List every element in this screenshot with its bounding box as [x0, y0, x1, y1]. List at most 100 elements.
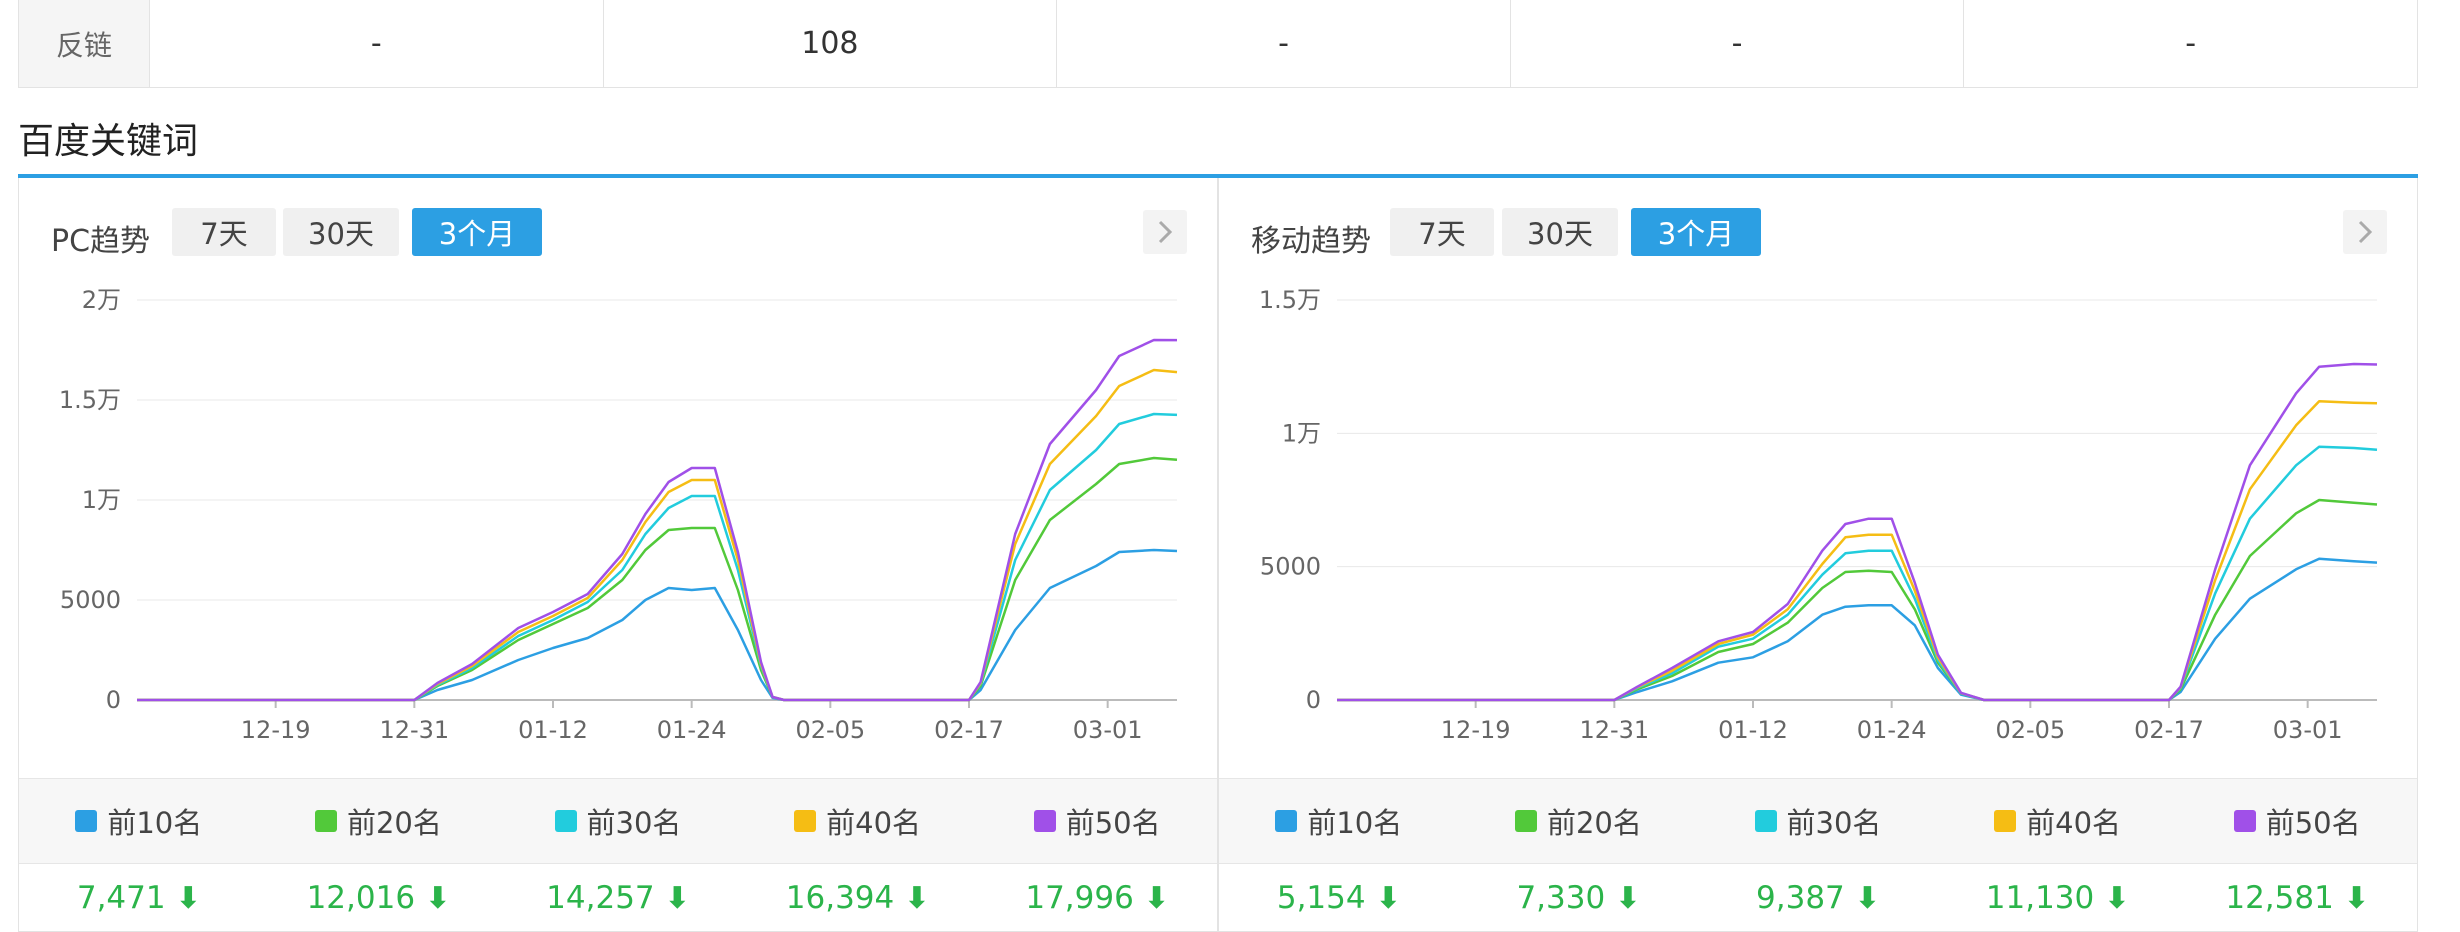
backlink-value: -	[1963, 0, 2417, 87]
legend-label: 前10名	[107, 806, 203, 840]
x-tick-label: 12-19	[241, 716, 311, 744]
legend-label: 前40名	[826, 806, 922, 840]
x-tick-label: 01-24	[1857, 716, 1927, 744]
value-top10: 7,471 ⬇	[19, 864, 259, 932]
legend-label: 前20名	[1546, 806, 1642, 840]
backlink-label: 反链	[19, 0, 149, 87]
value-text: 7,330	[1516, 880, 1606, 916]
series-line-3	[137, 412, 1178, 702]
panel-header: 移动趋势 7天 30天 3个月	[1219, 208, 2417, 259]
legend-item-top10[interactable]: 前10名	[1219, 779, 1459, 863]
down-arrow-icon: ⬇	[1143, 880, 1169, 916]
value-top50: 17,996 ⬇	[977, 864, 1217, 932]
legend-item-top10[interactable]: 前10名	[19, 779, 259, 863]
down-arrow-icon: ⬇	[1854, 880, 1880, 916]
legend-swatch	[75, 810, 98, 832]
y-tick-label: 1.5万	[59, 386, 121, 414]
y-tick-label: 2万	[82, 286, 121, 314]
value-text: 12,581	[2225, 880, 2334, 916]
next-button[interactable]	[2343, 210, 2387, 254]
backlink-row: 反链 - 108 - - -	[18, 0, 2418, 88]
legend-item-top50[interactable]: 前50名	[2177, 779, 2417, 863]
tab-30-days[interactable]: 30天	[1502, 208, 1618, 256]
legend-label: 前50名	[2265, 806, 2361, 840]
legend-swatch	[554, 810, 577, 832]
legend-item-top20[interactable]: 前20名	[1459, 779, 1699, 863]
series-line-3	[1337, 445, 2378, 702]
value-top30: 14,257 ⬇	[498, 864, 738, 932]
legend-swatch	[1033, 810, 1056, 832]
x-tick-label: 03-01	[2273, 716, 2343, 744]
x-tick-label: 12-31	[1579, 716, 1649, 744]
legend-item-top40[interactable]: 前40名	[738, 779, 978, 863]
tab-3-months[interactable]: 3个月	[412, 208, 542, 256]
legend: 前10名 前20名 前30名 前40名 前50名	[1219, 778, 2417, 864]
x-tick-label: 01-12	[518, 716, 588, 744]
legend-swatch	[1994, 810, 2017, 832]
down-arrow-icon: ⬇	[1615, 880, 1641, 916]
legend-item-top50[interactable]: 前50名	[977, 779, 1217, 863]
legend-label: 前50名	[1065, 806, 1161, 840]
legend-item-top30[interactable]: 前30名	[498, 779, 738, 863]
tab-7-days[interactable]: 7天	[1390, 208, 1494, 256]
next-button[interactable]	[1143, 210, 1187, 254]
legend-swatch	[314, 810, 337, 832]
tab-3-months[interactable]: 3个月	[1631, 208, 1761, 256]
legend-swatch	[1514, 810, 1537, 832]
y-tick-label: 5000	[1260, 553, 1321, 581]
series-line-4	[137, 368, 1178, 702]
legend-item-top20[interactable]: 前20名	[259, 779, 499, 863]
value-top20: 7,330 ⬇	[1459, 864, 1699, 932]
down-arrow-icon: ⬇	[2104, 880, 2130, 916]
value-top40: 11,130 ⬇	[1938, 864, 2178, 932]
legend-label: 前40名	[2026, 806, 2122, 840]
legend: 前10名 前20名 前30名 前40名 前50名	[19, 778, 1217, 864]
chevron-right-icon	[2358, 220, 2373, 244]
series-line-5	[1337, 362, 2378, 702]
tab-30-days[interactable]: 30天	[283, 208, 399, 256]
y-tick-label: 1万	[1282, 419, 1321, 447]
mobile-trend-panel: 移动趋势 7天 30天 3个月 0 5000 1万 1.5万 12-19 12-31 01-…	[1218, 178, 2418, 932]
section-title: 百度关键词	[18, 121, 199, 162]
panel-header: PC趋势 7天 30天 3个月	[19, 208, 1217, 259]
tab-7-days[interactable]: 7天	[172, 208, 276, 256]
x-tick-label: 02-05	[795, 716, 865, 744]
value-top20: 12,016 ⬇	[259, 864, 499, 932]
legend-label: 前30名	[1786, 806, 1882, 840]
value-text: 9,387	[1756, 880, 1845, 916]
final-values: 7,471 ⬇ 12,016 ⬇ 14,257 ⬇ 16,394 ⬇ 17,996 ⬇	[19, 864, 1217, 932]
mobile-trend-chart: 0 5000 1万 1.5万 12-19 12-31 01-12 01-24 02-05 02-1…	[1259, 286, 2378, 744]
legend-swatch	[1754, 810, 1777, 832]
y-tick-label: 1.5万	[1259, 286, 1321, 314]
series-line-1	[137, 548, 1178, 702]
value-text: 17,996	[1025, 880, 1134, 916]
legend-swatch	[794, 810, 817, 832]
legend-swatch	[1275, 810, 1298, 832]
value-text: 5,154	[1276, 880, 1366, 916]
series-line-2	[137, 456, 1178, 702]
x-tick-label: 12-19	[1441, 716, 1511, 744]
x-tick-label: 02-17	[934, 716, 1004, 744]
x-tick-label: 01-24	[657, 716, 727, 744]
value-text: 14,257	[546, 880, 655, 916]
y-tick-label: 0	[106, 686, 121, 714]
x-tick-label: 03-01	[1073, 716, 1143, 744]
pc-trend-chart: 0 5000 1万 1.5万 2万 12-19 12-31 01-12 01-24 02-05 02…	[59, 286, 1178, 744]
backlink-value: -	[1056, 0, 1510, 87]
backlink-value: -	[149, 0, 603, 87]
legend-label: 前20名	[346, 806, 442, 840]
value-text: 12,016	[306, 880, 416, 916]
down-arrow-icon: ⬇	[425, 880, 451, 916]
y-tick-label: 0	[1306, 686, 1321, 714]
pc-trend-panel: PC趋势 7天 30天 3个月 0 5000 1万 1.5万 2万 12-19 12-31 0…	[18, 178, 1218, 932]
value-top50: 12,581 ⬇	[2177, 864, 2417, 932]
x-tick-label: 02-17	[2134, 716, 2204, 744]
legend-item-top40[interactable]: 前40名	[1938, 779, 2178, 863]
value-text: 16,394	[785, 880, 895, 916]
legend-item-top30[interactable]: 前30名	[1698, 779, 1938, 863]
value-top10: 5,154 ⬇	[1219, 864, 1459, 932]
value-text: 11,130	[1985, 880, 2095, 916]
legend-label: 前10名	[1307, 806, 1403, 840]
down-arrow-icon: ⬇	[904, 880, 930, 916]
panel-title: PC趋势	[51, 224, 151, 259]
